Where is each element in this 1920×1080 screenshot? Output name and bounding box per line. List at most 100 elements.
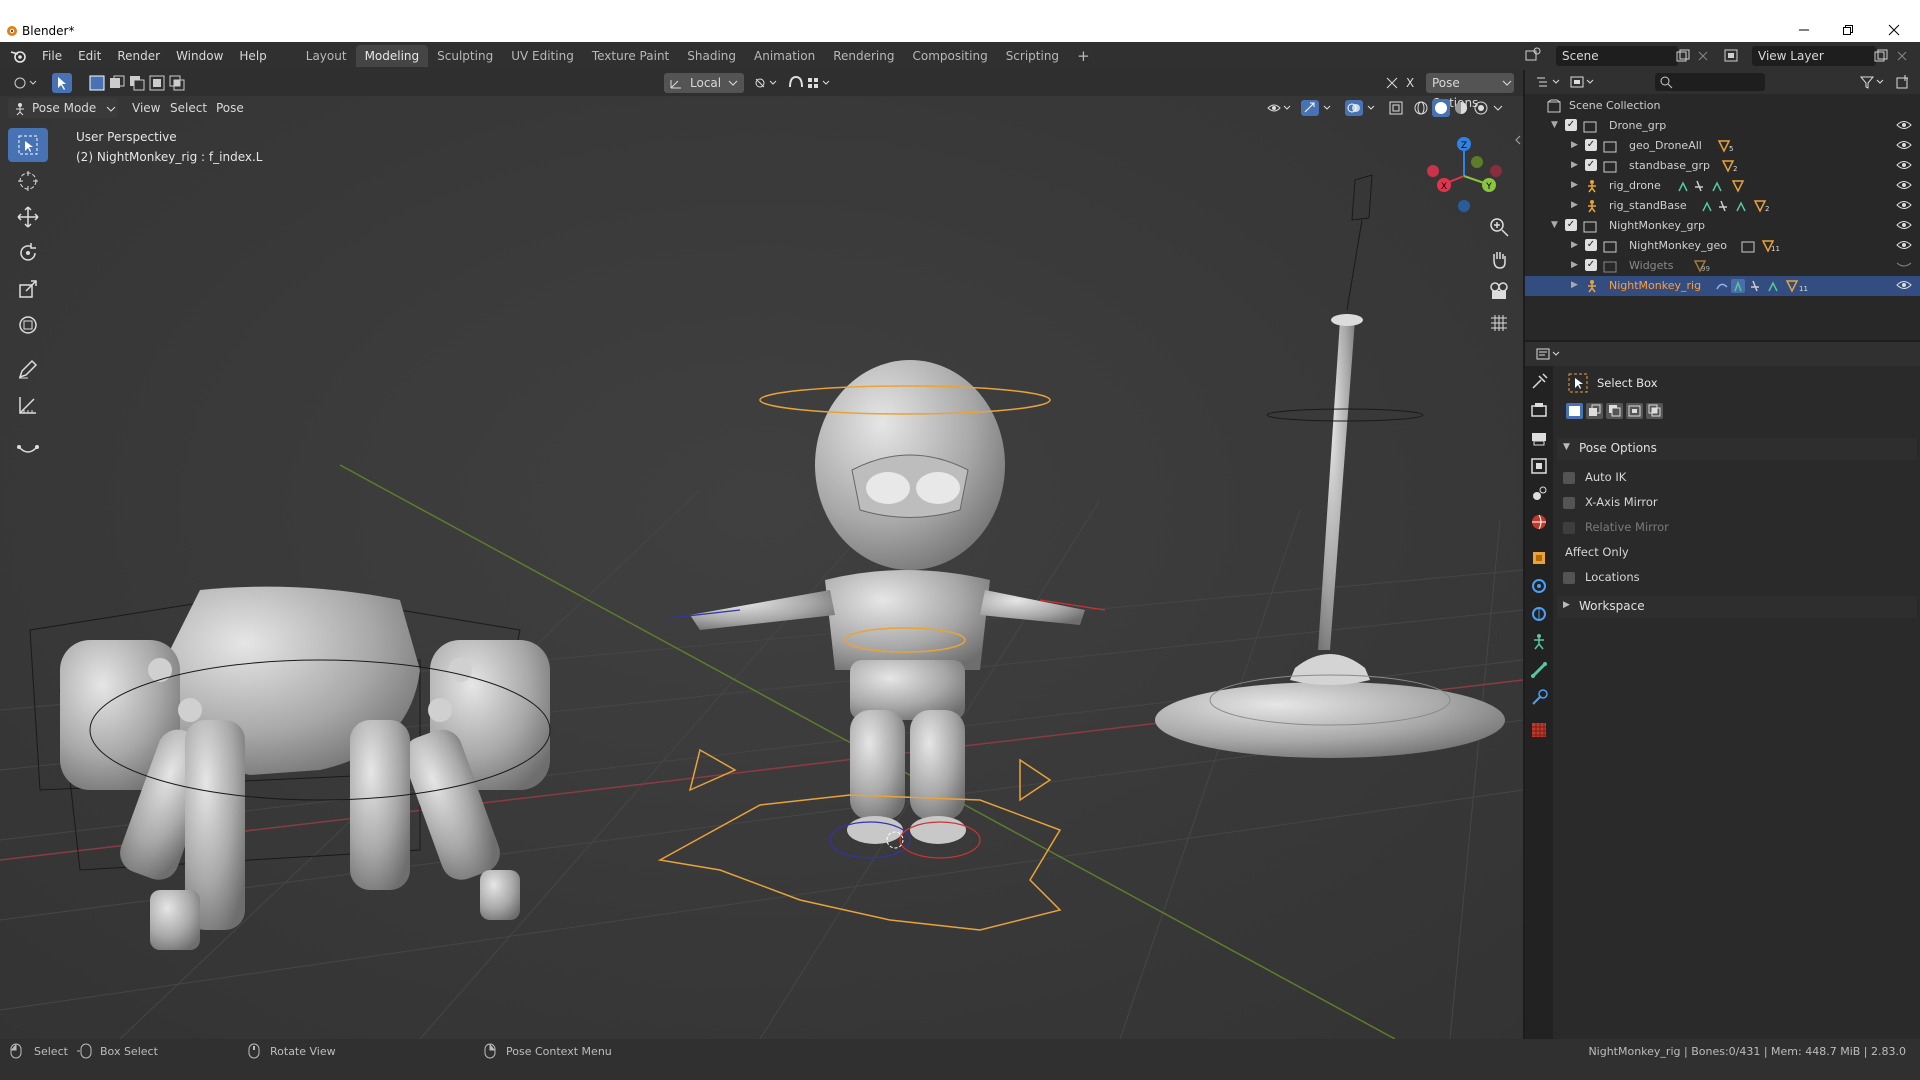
eye-visibility-icon[interactable] [1896, 119, 1912, 131]
tab-animation[interactable]: Animation [745, 45, 824, 67]
delete-scene-icon[interactable] [1697, 50, 1709, 62]
select-invert-icon[interactable] [1625, 402, 1644, 420]
exclude-checkbox[interactable]: ✓ [1565, 119, 1577, 131]
auto-ik-checkbox[interactable] [1563, 471, 1575, 484]
visibility-icon[interactable] [1266, 100, 1294, 116]
scene-selector[interactable]: Scene [1556, 46, 1678, 66]
chevron-down-icon[interactable] [1492, 99, 1504, 117]
move-tool[interactable] [8, 200, 48, 234]
expand-triangle-icon[interactable]: ▶ [1571, 260, 1578, 270]
select-subtract-icon[interactable] [128, 74, 146, 92]
menu-help[interactable]: Help [231, 42, 274, 70]
bone-constraint-icon[interactable] [1529, 688, 1549, 708]
minimize-button[interactable] [1784, 20, 1824, 40]
pose-menu[interactable]: Pose [210, 98, 250, 118]
filter-icon[interactable] [1859, 75, 1887, 89]
select-new-icon[interactable] [1565, 402, 1584, 420]
ortho-grid-icon[interactable] [1488, 312, 1510, 334]
x-axis-mirror-option[interactable]: X-Axis Mirror [1563, 495, 1658, 509]
xray-toggle-icon[interactable] [1388, 100, 1404, 116]
tab-uv-editing[interactable]: UV Editing [502, 45, 583, 67]
gizmo-toggle-icon[interactable] [1300, 99, 1336, 117]
view-layer-icon[interactable] [1724, 48, 1744, 64]
menu-edit[interactable]: Edit [70, 42, 109, 70]
select-intersect-icon[interactable] [1645, 402, 1664, 420]
outliner-row-drone-grp[interactable]: ▼ ✓ Drone_grp [1525, 116, 1920, 136]
scale-tool[interactable] [8, 272, 48, 306]
outliner-search-input[interactable] [1655, 73, 1765, 91]
expand-triangle-icon[interactable]: ▶ [1571, 140, 1578, 150]
texture-properties-icon[interactable] [1529, 720, 1549, 740]
outliner-editor-icon[interactable] [1535, 75, 1563, 89]
outliner-row-standbase-grp[interactable]: ▶ ✓ standbase_grp 2 [1525, 156, 1920, 176]
auto-ik-option[interactable]: Auto IK [1563, 470, 1626, 484]
add-workspace-button[interactable]: + [1068, 45, 1099, 67]
modifier-properties-icon[interactable] [1529, 576, 1549, 596]
scene-icon[interactable] [1524, 46, 1542, 64]
armature-data-icon[interactable] [1529, 632, 1549, 652]
eye-visibility-icon[interactable] [1896, 199, 1912, 211]
collapse-triangle-icon[interactable]: ▼ [1551, 220, 1558, 230]
select-menu[interactable]: Select [164, 98, 213, 118]
eye-hidden-icon[interactable] [1896, 259, 1912, 271]
bone-properties-icon[interactable] [1529, 660, 1549, 680]
menu-window[interactable]: Window [168, 42, 231, 70]
eye-visibility-icon[interactable] [1896, 219, 1912, 231]
locations-checkbox[interactable] [1563, 571, 1575, 584]
pose-options-panel-header[interactable]: ▼ Pose Options [1557, 438, 1917, 460]
exclude-checkbox[interactable]: ✓ [1585, 139, 1597, 151]
blender-menu-icon[interactable] [4, 46, 34, 66]
eye-visibility-icon[interactable] [1896, 139, 1912, 151]
object-properties-icon[interactable] [1529, 548, 1549, 568]
tab-texture-paint[interactable]: Texture Paint [583, 45, 678, 67]
outliner-row-nightmonkey-geo[interactable]: ▶ ✓ NightMonkey_geo 11 [1525, 236, 1920, 256]
expand-triangle-icon[interactable]: ▶ [1571, 200, 1578, 210]
view-layer-properties-icon[interactable] [1529, 456, 1549, 476]
exclude-checkbox[interactable]: ✓ [1585, 159, 1597, 171]
bone-x-mirror-icon[interactable] [1384, 75, 1400, 91]
select-invert-icon[interactable] [148, 74, 166, 92]
tab-shading[interactable]: Shading [678, 45, 745, 67]
new-collection-icon[interactable] [1895, 74, 1911, 90]
measure-tool[interactable] [8, 388, 48, 422]
rotate-tool[interactable] [8, 236, 48, 270]
new-scene-icon[interactable] [1676, 49, 1690, 63]
select-subtract-icon[interactable] [1605, 402, 1624, 420]
menu-render[interactable]: Render [109, 42, 168, 70]
outliner-row-scene-collection[interactable]: Scene Collection [1525, 96, 1920, 116]
editor-type-icon[interactable] [12, 75, 38, 91]
select-extend-icon[interactable] [1585, 402, 1604, 420]
world-properties-icon[interactable] [1529, 512, 1549, 532]
tab-sculpting[interactable]: Sculpting [428, 45, 502, 67]
locations-option[interactable]: Locations [1563, 570, 1640, 584]
roll-tool[interactable] [8, 432, 48, 466]
camera-view-icon[interactable] [1488, 280, 1510, 302]
rendered-shading-icon[interactable] [1472, 99, 1490, 117]
close-window-button[interactable] [1874, 20, 1914, 40]
tab-scripting[interactable]: Scripting [997, 45, 1068, 67]
select-new-icon[interactable] [88, 74, 106, 92]
annotate-tool[interactable] [8, 352, 48, 386]
expand-triangle-icon[interactable]: ▶ [1571, 240, 1578, 250]
sidebar-toggle-icon[interactable] [1514, 134, 1522, 146]
expand-triangle-icon[interactable]: ▶ [1571, 180, 1578, 190]
pivot-point-icon[interactable] [752, 75, 780, 91]
eye-visibility-icon[interactable] [1896, 239, 1912, 251]
x-axis-mirror-checkbox[interactable] [1563, 496, 1575, 509]
overlays-toggle-icon[interactable] [1344, 99, 1380, 117]
tab-rendering[interactable]: Rendering [824, 45, 903, 67]
render-properties-icon[interactable] [1529, 400, 1549, 420]
pose-options-dropdown[interactable]: Pose Options [1426, 73, 1514, 110]
exclude-checkbox[interactable]: ✓ [1585, 239, 1597, 251]
tab-layout[interactable]: Layout [297, 45, 356, 67]
transform-tool[interactable] [8, 308, 48, 342]
output-properties-icon[interactable] [1529, 428, 1549, 448]
outliner-row-nightmonkey-rig[interactable]: ▶ NightMonkey_rig 11 [1525, 276, 1920, 296]
expand-triangle-icon[interactable]: ▶ [1571, 160, 1578, 170]
collapse-triangle-icon[interactable]: ▼ [1551, 120, 1558, 130]
properties-editor-icon[interactable] [1535, 347, 1563, 361]
navigation-gizmo[interactable]: Z Y X [1424, 126, 1504, 218]
x-mirror-toggle[interactable]: X [1400, 73, 1420, 93]
physics-properties-icon[interactable] [1529, 604, 1549, 624]
scene-properties-icon[interactable] [1529, 484, 1549, 504]
